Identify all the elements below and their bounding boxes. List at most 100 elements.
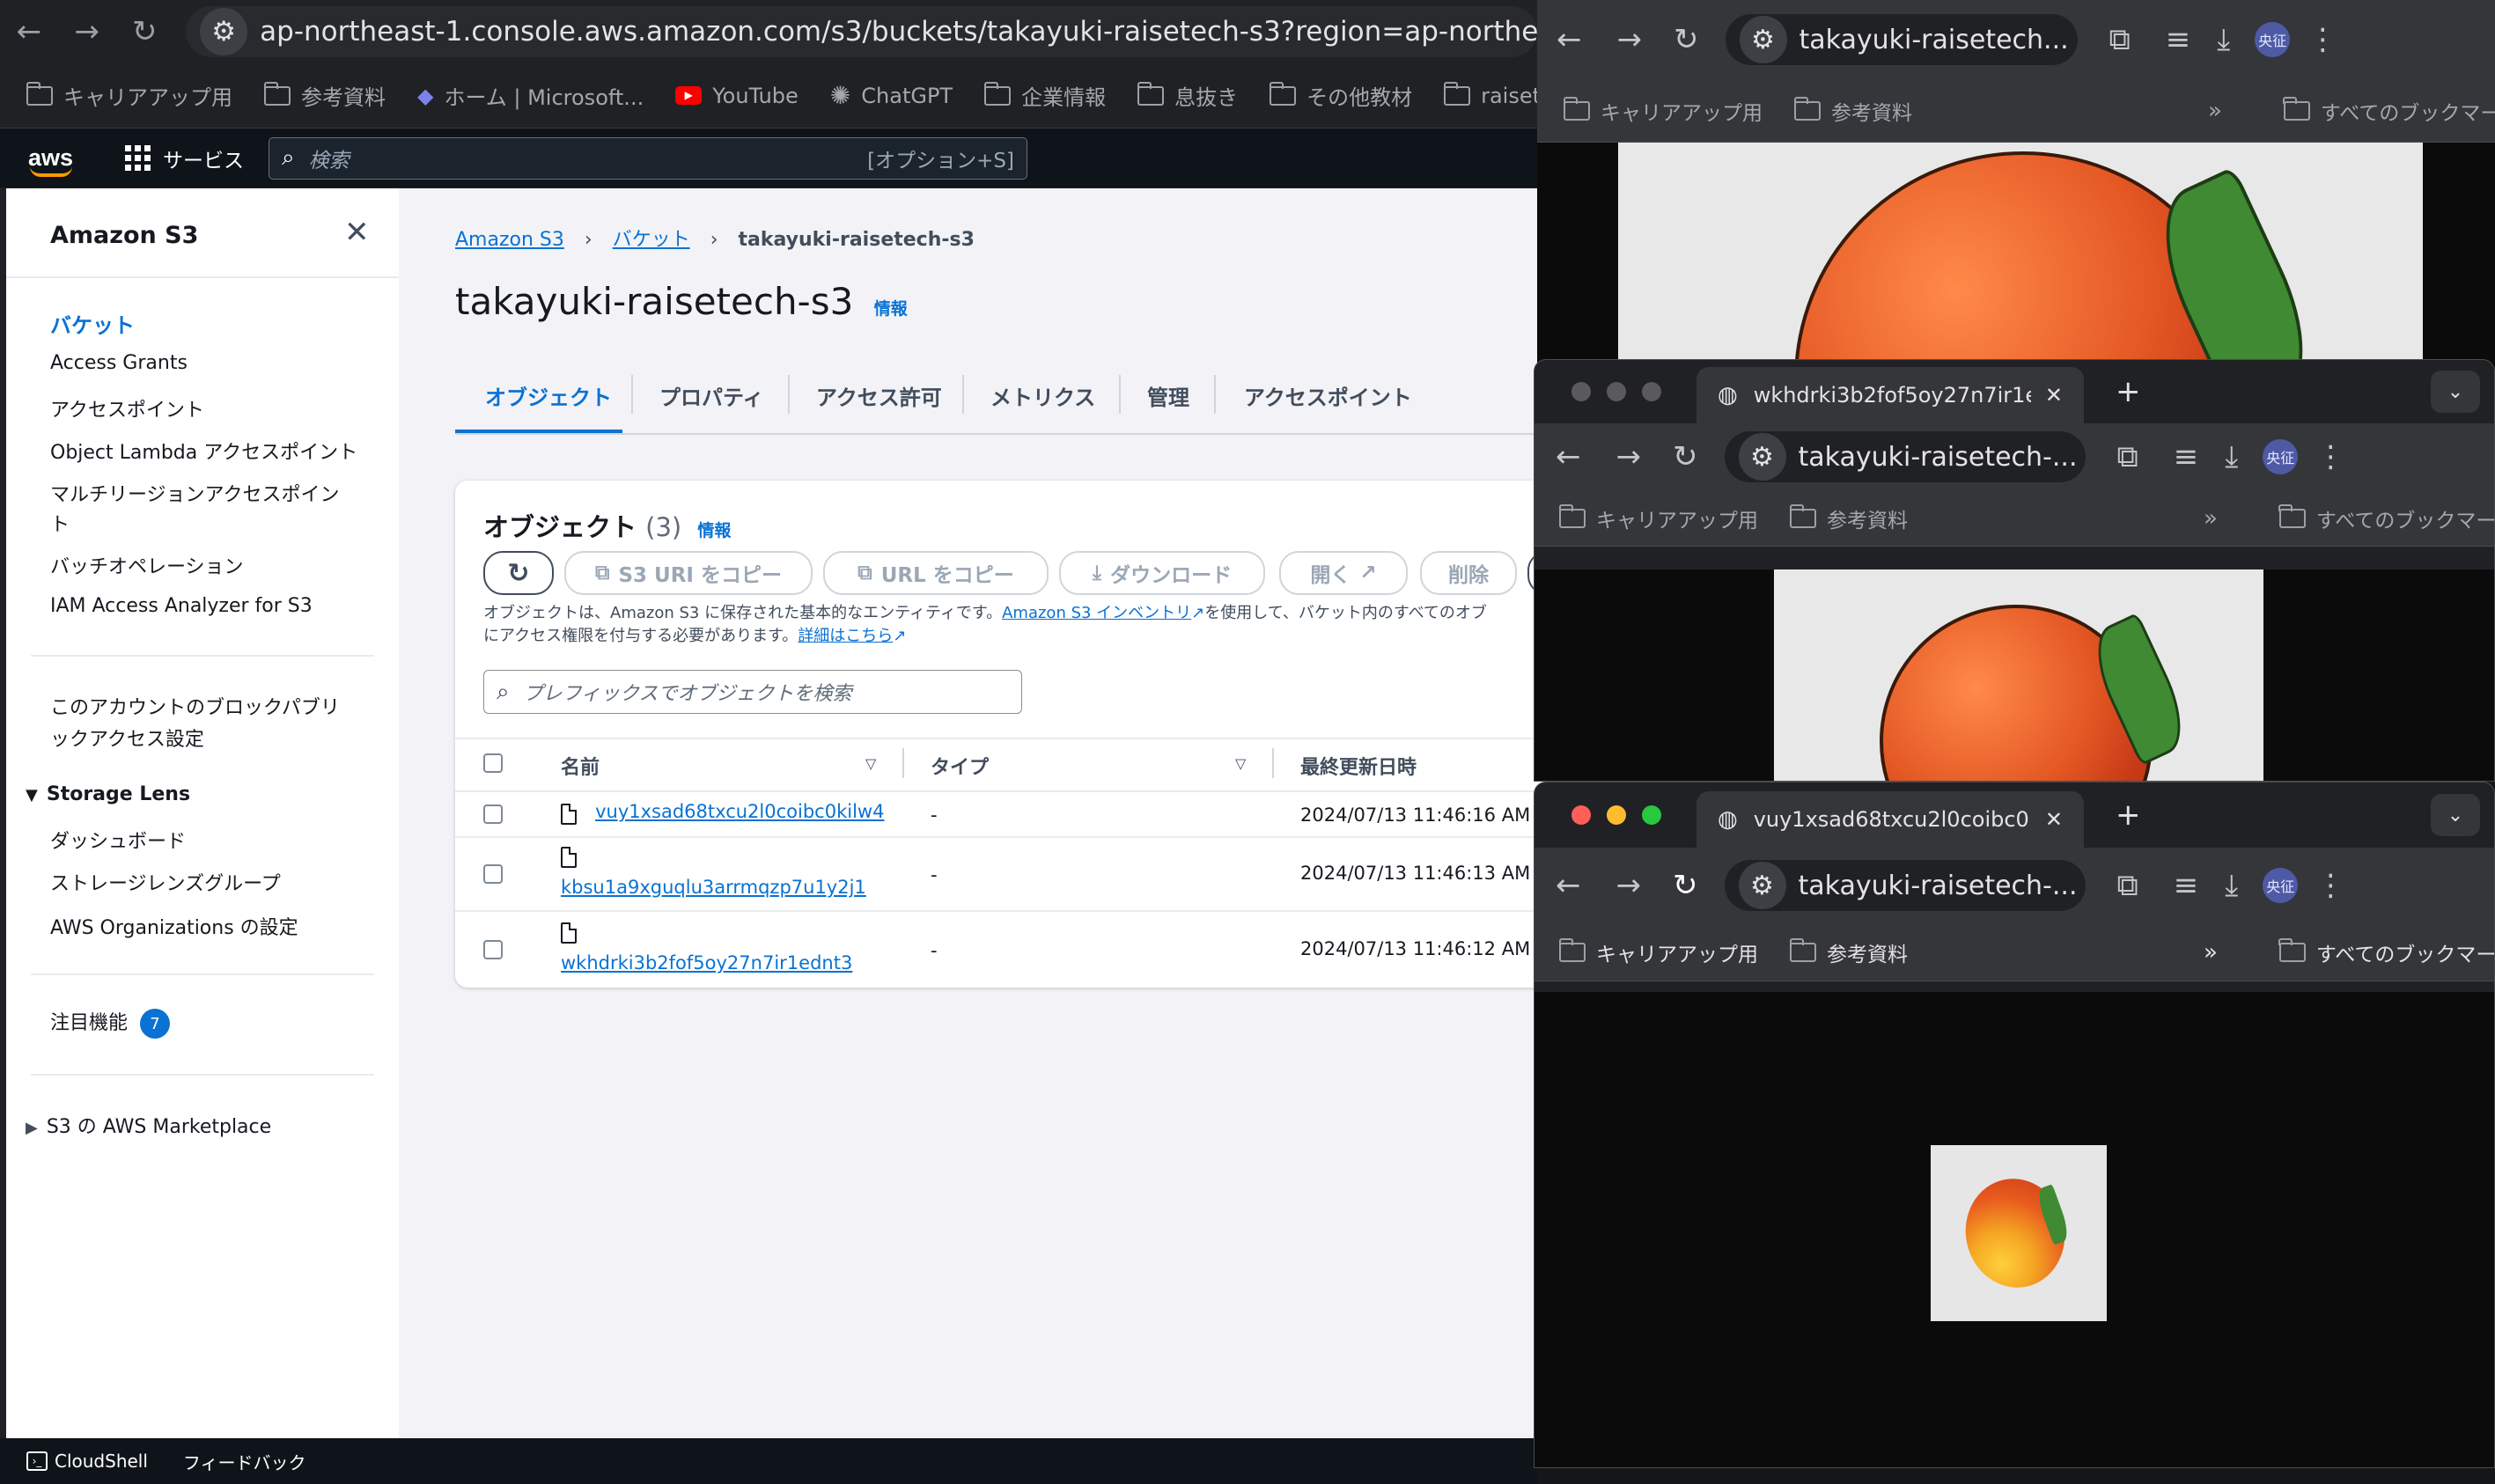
avatar[interactable]: 央征 (2263, 868, 2299, 903)
menu-icon[interactable]: ⋮ (2315, 439, 2345, 474)
site-info-icon[interactable]: ⚙ (200, 8, 248, 55)
download-icon[interactable]: ⤓ (2225, 439, 2238, 474)
sidebar-item-iam-analyzer[interactable]: IAM Access Analyzer for S3 (50, 595, 313, 617)
refresh-button[interactable]: ↻ (483, 551, 554, 595)
minimize-window-button[interactable] (1607, 805, 1626, 825)
object-search-input[interactable]: ⌕ プレフィックスでオブジェクトを検索 (483, 670, 1022, 714)
sidebar-item-block-public[interactable]: このアカウントのブロックパブリ (50, 692, 340, 720)
sort-caret-icon[interactable]: ▽ (865, 755, 876, 772)
site-info-icon[interactable]: ⚙ (1738, 433, 1786, 481)
back-icon[interactable]: ← (0, 0, 58, 63)
extensions-icon[interactable]: ⧉ (2117, 868, 2138, 903)
site-info-icon[interactable]: ⚙ (1738, 862, 1786, 909)
extensions-icon[interactable]: ⧉ (2109, 22, 2131, 57)
sidebar-item-dashboard[interactable]: ダッシュボード (50, 826, 186, 854)
open-button[interactable]: 開く ↗ (1279, 551, 1408, 595)
back-icon[interactable]: ← (1556, 868, 1581, 903)
reload-icon[interactable]: ↻ (115, 0, 173, 63)
row-checkbox[interactable] (483, 804, 503, 824)
menu-icon[interactable]: ⋮ (2307, 22, 2337, 57)
browser-tab[interactable]: ◍ wkhdrki3b2fof5oy27n7ir1edn ✕ (1696, 367, 2084, 423)
extensions-icon[interactable]: ⧉ (2117, 439, 2138, 474)
download-icon[interactable]: ⤓ (2217, 22, 2230, 57)
sidebar-item-access-grants[interactable]: Access Grants (50, 352, 188, 374)
reload-icon[interactable]: ↻ (1673, 868, 1698, 903)
media-icon[interactable]: ≡ (2174, 439, 2199, 474)
chevron-double-right-icon[interactable]: » (2204, 939, 2218, 966)
sidebar-item-access-points[interactable]: アクセスポイント (50, 394, 204, 422)
all-bookmarks[interactable]: すべてのブックマーク (2278, 503, 2494, 533)
bookmark-item[interactable]: キャリアアップ用 (1558, 503, 1758, 533)
breadcrumb-buckets[interactable]: バケット (613, 229, 690, 251)
sidebar-item-batch-operations[interactable]: バッチオペレーション (50, 551, 244, 579)
column-header-modified[interactable]: 最終更新日時 (1300, 752, 1417, 780)
column-header-name[interactable]: 名前 (561, 752, 600, 780)
menu-icon[interactable]: ⋮ (2315, 868, 2345, 903)
sidebar-item-block-public-cont[interactable]: ックアクセス設定 (50, 724, 204, 752)
breadcrumb-amazon-s3[interactable]: Amazon S3 (455, 229, 564, 251)
zoom-window-button[interactable] (1642, 805, 1661, 825)
all-bookmarks[interactable]: すべてのブックマーク (2278, 937, 2494, 967)
sidebar-item-org-settings[interactable]: AWS Organizations の設定 (50, 912, 298, 940)
bookmark-item[interactable]: キャリアアップ用 (26, 80, 232, 111)
sidebar-item-marketplace[interactable]: ▶ S3 の AWS Marketplace (26, 1111, 271, 1139)
bookmark-item[interactable]: キャリアアップ用 (1558, 937, 1758, 967)
services-menu-button[interactable]: サービス (125, 143, 244, 173)
tab-permissions[interactable]: アクセス許可 (816, 380, 942, 411)
avatar[interactable]: 央征 (2263, 439, 2299, 474)
address-bar[interactable]: ⚙ takayuki-raisetech-... ☆ (1724, 860, 2086, 911)
forward-icon[interactable]: → (1616, 439, 1642, 474)
select-all-checkbox[interactable] (483, 753, 503, 773)
sidebar-item-object-lambda[interactable]: Object Lambda アクセスポイント (50, 437, 357, 465)
aws-logo[interactable]: aws (28, 144, 81, 177)
avatar[interactable]: 央征 (2255, 22, 2291, 57)
bookmark-item[interactable]: 参考資料 (1793, 96, 1912, 126)
forward-icon[interactable]: → (58, 0, 116, 63)
tab-properties[interactable]: プロパティ (659, 380, 764, 411)
info-link[interactable]: 情報 (697, 521, 731, 540)
bookmark-item[interactable]: 参考資料 (263, 80, 386, 111)
media-icon[interactable]: ≡ (2174, 868, 2199, 903)
copy-s3-uri-button[interactable]: ⧉ S3 URI をコピー (564, 551, 813, 595)
sidebar-item-lens-groups[interactable]: ストレージレンズグループ (50, 868, 281, 896)
tab-management[interactable]: 管理 (1147, 380, 1189, 411)
address-bar[interactable]: ⚙ takayuki-raisetech... ☆ (1725, 14, 2078, 65)
minimize-window-button[interactable] (1607, 382, 1626, 401)
all-bookmarks[interactable]: すべてのブックマーク (2283, 96, 2495, 126)
bookmark-item[interactable]: ▶ YouTube (675, 84, 799, 108)
chevron-double-right-icon[interactable]: » (2204, 505, 2218, 532)
console-search-input[interactable]: ⌕ 検索 [オプション+S] (269, 136, 1027, 180)
tab-access-points[interactable]: アクセスポイント (1244, 380, 1412, 411)
bookmark-item[interactable]: 企業情報 (983, 80, 1106, 111)
feedback-link[interactable]: フィードバック (183, 1449, 306, 1474)
new-tab-icon[interactable]: + (2116, 797, 2141, 833)
bookmark-item[interactable]: 参考資料 (1789, 937, 1908, 967)
mango-image[interactable] (1931, 1145, 2107, 1321)
info-link[interactable]: 情報 (874, 299, 908, 319)
sidebar-section-storage-lens[interactable]: ▼ Storage Lens (26, 783, 190, 805)
close-window-button[interactable] (1571, 805, 1591, 825)
forward-icon[interactable]: → (1617, 22, 1643, 57)
object-name-link[interactable]: kbsu1a9xguqlu3arrmqzp7u1y2j1 (561, 877, 866, 898)
sidebar-item-buckets[interactable]: バケット (50, 308, 135, 339)
close-tab-icon[interactable]: ✕ (2045, 807, 2063, 832)
tab-search-icon[interactable]: ⌄ (2431, 794, 2480, 836)
reload-icon[interactable]: ↻ (1673, 439, 1698, 474)
sidebar-item-featured[interactable]: 注目機能 7 (50, 1007, 171, 1039)
back-icon[interactable]: ← (1556, 439, 1581, 474)
column-header-type[interactable]: タイプ (931, 752, 989, 780)
row-checkbox[interactable] (483, 864, 503, 884)
cloudshell-button[interactable]: ›_ CloudShell (26, 1451, 148, 1472)
bookmark-item[interactable]: 息抜き (1137, 80, 1238, 111)
sidebar-item-multi-region-cont[interactable]: ト (50, 509, 70, 537)
media-icon[interactable]: ≡ (2166, 22, 2191, 57)
download-icon[interactable]: ⤓ (2225, 868, 2238, 903)
bookmark-item[interactable]: raiset (1443, 81, 1537, 108)
chevron-double-right-icon[interactable]: » (2208, 98, 2222, 124)
back-icon[interactable]: ← (1557, 22, 1582, 57)
download-button[interactable]: ⤓ ダウンロード (1059, 551, 1265, 595)
tab-objects[interactable]: オブジェクト (485, 380, 612, 411)
browser-tab[interactable]: ◍ vuy1xsad68txcu2l0coibc0kilw ✕ (1696, 791, 2084, 848)
sidebar-item-multi-region[interactable]: マルチリージョンアクセスポイン (50, 479, 339, 507)
address-bar[interactable]: ⚙ ap-northeast-1.console.aws.amazon.com/… (186, 6, 1537, 57)
